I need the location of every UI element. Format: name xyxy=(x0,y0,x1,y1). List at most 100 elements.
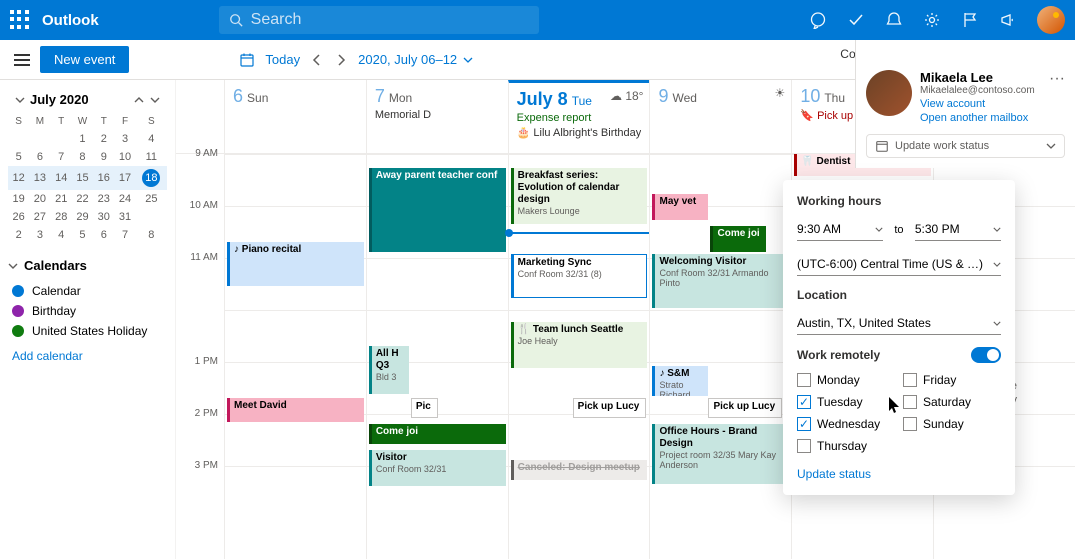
location-select[interactable]: Austin, TX, United States xyxy=(797,312,1001,335)
calendar-event[interactable]: Come joi xyxy=(369,424,506,444)
mini-day[interactable]: 8 xyxy=(72,148,93,166)
open-mailbox-link[interactable]: Open another mailbox xyxy=(920,112,1035,124)
chat-icon[interactable] xyxy=(809,11,827,29)
mini-calendar[interactable]: SMTWTFS123456789101112131415161718192021… xyxy=(8,113,167,244)
calendar-event[interactable]: All H Q3Bld 3 xyxy=(369,346,409,394)
mini-day[interactable] xyxy=(29,130,50,148)
mini-day[interactable]: 27 xyxy=(29,208,50,226)
calendar-event[interactable]: Canceled: Design meetup xyxy=(511,460,648,480)
calendar-event[interactable]: Marketing SyncConf Room 32/31 (8) xyxy=(511,254,648,298)
calendar-event[interactable]: Breakfast series: Evolution of calendar … xyxy=(511,168,648,224)
next-week-icon[interactable] xyxy=(334,53,348,67)
chevron-down-icon[interactable] xyxy=(14,94,26,106)
end-time-select[interactable]: 5:30 PM xyxy=(915,218,1001,241)
update-status-link[interactable]: Update status xyxy=(797,467,1001,481)
calendar-event[interactable]: ♪ Piano recital xyxy=(227,242,364,286)
flag-icon[interactable] xyxy=(961,11,979,29)
update-work-status-button[interactable]: Update work status xyxy=(866,134,1065,158)
mini-day[interactable]: 30 xyxy=(93,208,114,226)
todo-icon[interactable] xyxy=(847,11,865,29)
calendar-item[interactable]: United States Holiday xyxy=(8,321,167,341)
calendar-event[interactable]: Come joi xyxy=(710,226,765,252)
calendar-event[interactable]: Pick up Lucy xyxy=(573,398,647,418)
calendar-event[interactable]: ♪ S&MStrato Richard xyxy=(652,366,708,396)
day-column[interactable]: May vetCome joiWelcoming VisitorConf Roo… xyxy=(649,154,791,559)
mini-day[interactable]: 3 xyxy=(29,226,50,244)
day-checkbox[interactable]: Saturday xyxy=(903,395,1001,409)
megaphone-icon[interactable] xyxy=(999,11,1017,29)
next-month-icon[interactable] xyxy=(149,94,161,106)
prev-week-icon[interactable] xyxy=(310,53,324,67)
new-event-button[interactable]: New event xyxy=(40,46,129,73)
mini-day[interactable]: 19 xyxy=(8,190,29,208)
today-button[interactable]: Today xyxy=(265,52,300,67)
mini-day[interactable]: 23 xyxy=(93,190,114,208)
mini-day[interactable]: 28 xyxy=(51,208,72,226)
mini-day[interactable] xyxy=(8,130,29,148)
mini-day[interactable] xyxy=(51,130,72,148)
day-header[interactable]: July 8Tue☁ 18°Expense report🎂 Lilu Albri… xyxy=(508,80,650,153)
mini-day[interactable]: 20 xyxy=(29,190,50,208)
mini-day[interactable]: 9 xyxy=(93,148,114,166)
day-header[interactable]: 6Sun xyxy=(224,80,366,153)
allday-event[interactable]: Memorial D xyxy=(375,109,500,121)
day-column[interactable]: Away parent teacher confAll H Q3Bld 3Pic… xyxy=(366,154,508,559)
calendar-event[interactable]: 🍴 Team lunch SeattleJoe Healy xyxy=(511,322,648,368)
gear-icon[interactable] xyxy=(923,11,941,29)
calendars-section-header[interactable]: Calendars xyxy=(8,258,167,273)
bell-icon[interactable] xyxy=(885,11,903,29)
mini-day[interactable]: 16 xyxy=(93,166,114,190)
mini-day[interactable]: 15 xyxy=(72,166,93,190)
mini-day[interactable]: 6 xyxy=(29,148,50,166)
account-avatar-icon[interactable] xyxy=(866,70,912,116)
day-checkbox[interactable]: ✓Wednesday xyxy=(797,417,895,431)
mini-day[interactable]: 3 xyxy=(114,130,135,148)
account-more-icon[interactable]: ··· xyxy=(1049,70,1065,124)
day-checkbox[interactable]: ✓Tuesday xyxy=(797,395,895,409)
calendar-event[interactable]: May vet xyxy=(652,194,708,220)
day-column[interactable]: Breakfast series: Evolution of calendar … xyxy=(508,154,650,559)
mini-day[interactable]: 17 xyxy=(114,166,135,190)
mini-day[interactable]: 7 xyxy=(51,148,72,166)
calendar-event[interactable]: Welcoming VisitorConf Room 32/31 Armando… xyxy=(652,254,789,308)
calendar-item[interactable]: Calendar xyxy=(8,281,167,301)
calendar-event[interactable]: Pick up Lucy xyxy=(708,398,782,418)
work-remotely-toggle[interactable] xyxy=(971,347,1001,363)
day-checkbox[interactable]: Friday xyxy=(903,373,1001,387)
mini-day[interactable]: 14 xyxy=(51,166,72,190)
day-header[interactable]: 9Wed☀ xyxy=(649,80,791,153)
mini-day[interactable]: 7 xyxy=(114,226,135,244)
mini-day[interactable]: 10 xyxy=(114,148,135,166)
mini-day[interactable]: 4 xyxy=(51,226,72,244)
view-account-link[interactable]: View account xyxy=(920,98,1035,110)
mini-day[interactable]: 2 xyxy=(93,130,114,148)
timezone-select[interactable]: (UTC-6:00) Central Time (US & …) xyxy=(797,253,1001,276)
calendar-event[interactable]: VisitorConf Room 32/31 xyxy=(369,450,506,486)
start-time-select[interactable]: 9:30 AM xyxy=(797,218,883,241)
mini-day[interactable]: 13 xyxy=(29,166,50,190)
day-column[interactable]: ♪ Piano recitalMeet David xyxy=(224,154,366,559)
mini-day[interactable]: 8 xyxy=(136,226,167,244)
day-checkbox[interactable]: Thursday xyxy=(797,439,895,453)
hamburger-icon[interactable] xyxy=(14,54,30,66)
mini-day[interactable]: 4 xyxy=(136,130,167,148)
mini-day[interactable]: 5 xyxy=(72,226,93,244)
allday-event[interactable]: Expense report xyxy=(517,112,642,124)
calendar-event[interactable]: Pic xyxy=(411,398,438,418)
mini-day[interactable]: 21 xyxy=(51,190,72,208)
mini-day[interactable] xyxy=(136,208,167,226)
mini-day[interactable]: 6 xyxy=(93,226,114,244)
mini-day[interactable]: 12 xyxy=(8,166,29,190)
calendar-event[interactable]: Office Hours - Brand DesignProject room … xyxy=(652,424,789,484)
prev-month-icon[interactable] xyxy=(133,94,145,106)
allday-event[interactable]: 🎂 Lilu Albright's Birthday xyxy=(517,126,642,139)
mini-day[interactable]: 24 xyxy=(114,190,135,208)
mini-day[interactable]: 29 xyxy=(72,208,93,226)
add-calendar-link[interactable]: Add calendar xyxy=(8,349,167,363)
mini-day[interactable]: 5 xyxy=(8,148,29,166)
mini-day[interactable]: 31 xyxy=(114,208,135,226)
mini-day[interactable]: 2 xyxy=(8,226,29,244)
mini-day[interactable]: 18 xyxy=(136,166,167,190)
mini-day[interactable]: 11 xyxy=(136,148,167,166)
day-checkbox[interactable]: Sunday xyxy=(903,417,1001,431)
